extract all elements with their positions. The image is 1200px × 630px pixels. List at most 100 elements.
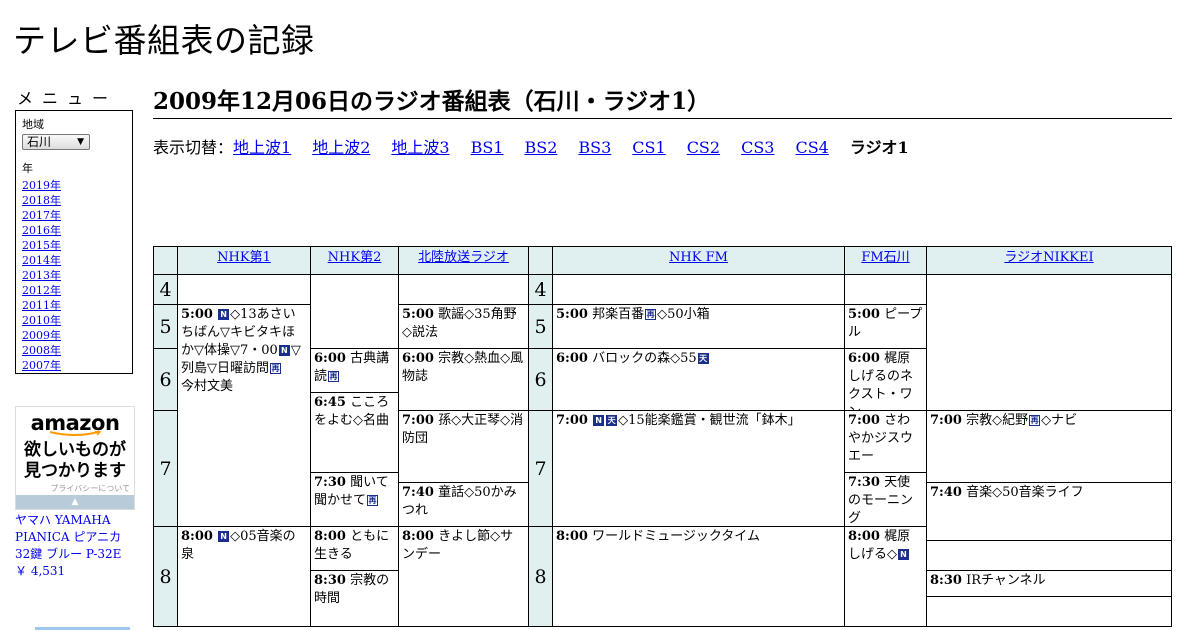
program-cell[interactable]: 8:30 IRチャンネル [926, 570, 1172, 597]
hour-cell: 8 [528, 526, 553, 627]
switcher-link[interactable]: 地上波2 [312, 138, 370, 157]
year-list-item: 2017年 [22, 208, 126, 223]
program-title: IRチャンネル [966, 573, 1046, 588]
year-link[interactable]: 2009年 [22, 329, 61, 342]
news-badge-icon: N [218, 309, 230, 320]
year-link[interactable]: 2016年 [22, 224, 61, 237]
program-cell[interactable]: 5:00 N ◇13あさいちばん▽キビタキほか▽体操▽7・00 N ▽列島▽日曜訪問再… [177, 304, 311, 527]
hour-cell: 7 [153, 410, 178, 527]
program-cell[interactable]: 6:00 バロックの森◇55 天 [552, 348, 845, 411]
year-link[interactable]: 2017年 [22, 209, 61, 222]
program-time: 5:00 [181, 307, 213, 322]
year-link[interactable]: 2007年 [22, 359, 61, 372]
chevron-up-icon: ▲ [71, 497, 79, 507]
program-cell[interactable]: 8:00 N ◇05音楽の泉 [177, 526, 311, 627]
program-time: 8:00 [181, 529, 213, 544]
station-header: NHK FM [552, 246, 845, 275]
hour-label: 5 [534, 315, 547, 338]
switcher-link[interactable]: 地上波3 [391, 138, 449, 157]
station-link[interactable]: NHK第2 [328, 250, 382, 265]
empty-slot [552, 274, 845, 305]
program-time: 8:00 [848, 529, 880, 544]
program-cell[interactable]: 8:00 梶原しげる◇ N [844, 526, 927, 627]
hour-cell: 6 [153, 348, 178, 411]
program-title: バロックの森◇55 [592, 351, 697, 366]
year-list-item: 2013年 [22, 268, 126, 283]
weather-badge-icon: 天 [606, 415, 618, 426]
ad-product-link[interactable]: ヤマハ YAMAHA PIANICA ピアニカ 32鍵 ブルー P-32E [15, 513, 121, 561]
station-link[interactable]: 北陸放送ラジオ [418, 250, 509, 265]
program-cell[interactable]: 7:00 宗教◇紀野再 ◇ナビ [926, 410, 1172, 483]
year-link[interactable]: 2012年 [22, 284, 61, 297]
news-badge-icon: N [898, 549, 909, 560]
station-header: ラジオNIKKEI [926, 246, 1172, 275]
program-cell[interactable]: 6:00 古典講読再 [310, 348, 399, 393]
program-time: 7:30 [314, 475, 346, 490]
program-time: 8:00 [402, 529, 434, 544]
region-select[interactable]: 石川 ▼ [22, 134, 90, 150]
hour-label: 6 [534, 368, 547, 391]
hour-label: 4 [534, 278, 547, 301]
year-list-item: 2015年 [22, 238, 126, 253]
switcher-link[interactable]: CS1 [632, 138, 665, 157]
switcher-link[interactable]: CS4 [795, 138, 828, 157]
year-label: 年 [22, 162, 33, 175]
switcher-link[interactable]: BS3 [578, 138, 611, 157]
station-link[interactable]: NHK FM [669, 250, 728, 265]
program-cell[interactable]: 8:00 ともに生きる [310, 526, 399, 571]
station-link[interactable]: ラジオNIKKEI [1004, 250, 1093, 265]
year-link[interactable]: 2013年 [22, 269, 61, 282]
program-cell[interactable]: 6:45 こころをよむ◇名曲 [310, 392, 399, 473]
program-cell[interactable]: 7:40 童話◇50かみつれ [398, 482, 529, 527]
program-cell[interactable]: 7:00 N 天 ◇15能楽鑑賞・観世流「鉢木」 [552, 410, 845, 527]
program-time: 7:40 [402, 485, 434, 500]
program-time: 8:00 [314, 529, 346, 544]
switcher-link[interactable]: CS3 [741, 138, 774, 157]
program-cell[interactable]: 8:30 宗教の時間 [310, 570, 399, 627]
station-header: FM石川 [844, 246, 927, 275]
program-cell[interactable]: 8:00 ワールドミュージックタイム [552, 526, 845, 627]
program-cell[interactable]: 7:30 天使のモーニング [844, 472, 927, 527]
switcher-links: 地上波1 地上波2 地上波3 BS1 BS2 BS3 CS1 CS2 CS3 CS4 [233, 138, 850, 157]
switcher-link[interactable]: BS2 [524, 138, 557, 157]
amazon-ad-banner[interactable]: amazon 欲しいものが 見つかります プライバシーについて ▲ [15, 406, 135, 510]
hour-label: 7 [534, 457, 547, 480]
empty-slot [926, 274, 1172, 411]
ad-privacy-link[interactable]: プライバシーについて [16, 483, 134, 494]
program-cell[interactable]: 5:00 ピープル [844, 304, 927, 349]
hour-column-header [153, 246, 178, 275]
year-link[interactable]: 2018年 [22, 194, 61, 207]
ad-expand-bar[interactable]: ▲ [16, 495, 134, 509]
program-time: 8:00 [556, 529, 588, 544]
year-link[interactable]: 2019年 [22, 179, 61, 192]
program-title: ワールドミュージックタイム [592, 529, 761, 544]
year-link[interactable]: 2008年 [22, 344, 61, 357]
year-link[interactable]: 2011年 [22, 299, 61, 312]
program-cell[interactable]: 6:00 宗教◇熱血◇風物誌 [398, 348, 529, 411]
empty-slot [398, 274, 529, 305]
hour-cell: 7 [528, 410, 553, 527]
year-link[interactable]: 2014年 [22, 254, 61, 267]
switcher-link[interactable]: CS2 [687, 138, 720, 157]
program-time: 7:00 [930, 413, 962, 428]
region-select-value: 石川 [27, 135, 52, 149]
program-time: 6:00 [314, 351, 346, 366]
program-cell[interactable]: 5:00 邦楽百番再 ◇50小箱 [552, 304, 845, 349]
program-time: 6:00 [556, 351, 588, 366]
year-link[interactable]: 2015年 [22, 239, 61, 252]
switcher-link[interactable]: 地上波1 [233, 138, 291, 157]
program-cell[interactable]: 7:40 音楽◇50音楽ライフ [926, 482, 1172, 541]
switcher-link[interactable]: BS1 [471, 138, 504, 157]
program-cell[interactable]: 7:30 聞いて聞かせて再 [310, 472, 399, 527]
program-cell[interactable]: 7:00 さわやかジスウエー [844, 410, 927, 473]
program-time: 7:40 [930, 485, 962, 500]
hour-cell: 4 [528, 274, 553, 305]
hour-cell: 6 [528, 348, 553, 411]
station-link[interactable]: NHK第1 [217, 250, 271, 265]
year-link[interactable]: 2010年 [22, 314, 61, 327]
program-cell[interactable]: 8:00 きよし節◇サンデー [398, 526, 529, 627]
program-cell[interactable]: 6:00 梶原しげるのネクスト・ワン [844, 348, 927, 411]
station-link[interactable]: FM石川 [861, 250, 909, 265]
program-cell[interactable]: 7:00 孫◇大正琴◇消防団 [398, 410, 529, 483]
program-cell[interactable]: 5:00 歌謡◇35角野◇説法 [398, 304, 529, 349]
